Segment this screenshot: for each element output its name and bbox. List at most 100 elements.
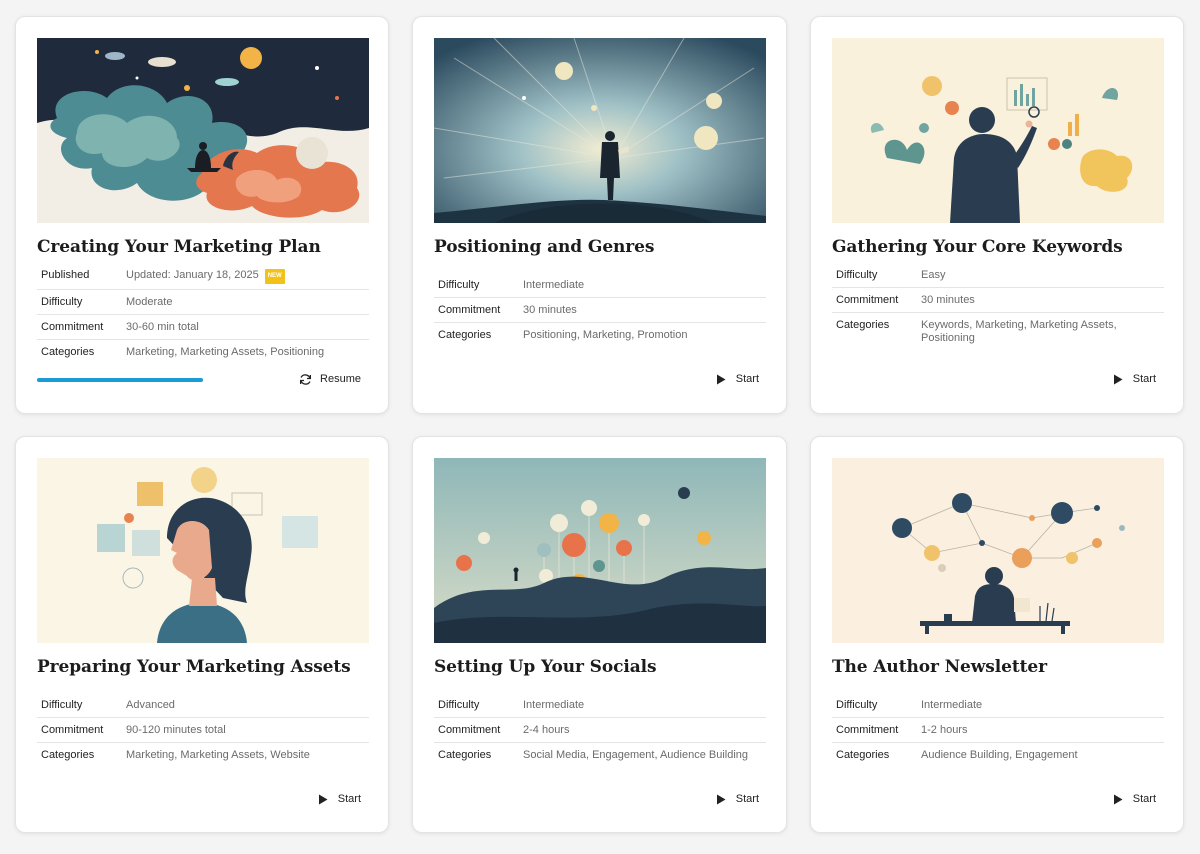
commitment-value: 2-4 hours xyxy=(523,724,570,736)
course-title: Setting Up Your Socials xyxy=(434,657,657,677)
course-card-socials[interactable]: Setting Up Your Socials Difficulty Inter… xyxy=(412,436,787,833)
start-button[interactable]: Start xyxy=(714,372,759,386)
new-badge: NEW xyxy=(264,269,285,284)
course-details-table: Difficulty Advanced Commitment 90-120 mi… xyxy=(37,693,369,767)
categories-label: Categories xyxy=(836,749,890,761)
published-label: Published xyxy=(41,269,90,281)
start-button[interactable]: Start xyxy=(1111,792,1156,806)
start-button[interactable]: Start xyxy=(316,792,361,806)
categories-row: Categories Social Media, Engagement, Aud… xyxy=(434,743,766,767)
course-illustration-reader xyxy=(434,38,766,223)
difficulty-row: Difficulty Intermediate xyxy=(434,693,766,718)
difficulty-row: Difficulty Intermediate xyxy=(434,273,766,298)
categories-row: Categories Keywords, Marketing, Marketin… xyxy=(832,313,1164,350)
commitment-label: Commitment xyxy=(438,724,501,736)
difficulty-row: Difficulty Advanced xyxy=(37,693,369,718)
course-details-table: Difficulty Intermediate Commitment 2-4 h… xyxy=(434,693,766,767)
course-illustration-profile xyxy=(37,458,369,643)
course-illustration-analyst xyxy=(832,38,1164,223)
play-icon xyxy=(1111,792,1125,806)
commitment-value: 30 minutes xyxy=(921,294,975,306)
categories-value: Audience Building, Engagement xyxy=(921,749,1078,761)
start-label: Start xyxy=(1132,793,1156,805)
difficulty-row: Difficulty Intermediate xyxy=(832,693,1164,718)
difficulty-label: Difficulty xyxy=(836,269,878,281)
difficulty-value: Advanced xyxy=(126,699,175,711)
difficulty-value: Intermediate xyxy=(523,279,585,291)
course-title: Gathering Your Core Keywords xyxy=(832,237,1123,257)
commitment-row: Commitment 30 minutes xyxy=(434,298,766,323)
resume-label: Resume xyxy=(320,373,361,385)
difficulty-value: Intermediate xyxy=(523,699,585,711)
published-value: Updated: January 18, 2025 NEW xyxy=(126,269,285,284)
start-label: Start xyxy=(1132,373,1156,385)
categories-value: Marketing, Marketing Assets, Website xyxy=(126,749,310,761)
commitment-value: 30-60 min total xyxy=(126,321,199,333)
difficulty-label: Difficulty xyxy=(41,699,83,711)
categories-value: Marketing, Marketing Assets, Positioning xyxy=(126,346,325,358)
commitment-row: Commitment 30 minutes xyxy=(832,288,1164,313)
difficulty-label: Difficulty xyxy=(836,699,878,711)
course-card-keywords[interactable]: Gathering Your Core Keywords Difficulty … xyxy=(810,16,1184,414)
commitment-value: 1-2 hours xyxy=(921,724,968,736)
start-button[interactable]: Start xyxy=(714,792,759,806)
course-illustration-meditation xyxy=(37,38,369,223)
difficulty-value: Intermediate xyxy=(921,699,983,711)
categories-value: Keywords, Marketing, Marketing Assets, P… xyxy=(921,319,1117,344)
difficulty-row: Difficulty Moderate xyxy=(37,290,369,315)
course-card-marketing-plan[interactable]: Creating Your Marketing Plan Published U… xyxy=(15,16,389,414)
commitment-row: Commitment 1-2 hours xyxy=(832,718,1164,743)
commitment-row: Commitment 90-120 minutes total xyxy=(37,718,369,743)
commitment-label: Commitment xyxy=(836,294,899,306)
commitment-label: Commitment xyxy=(41,724,104,736)
categories-value: Social Media, Engagement, Audience Build… xyxy=(523,749,749,761)
course-details-table: Difficulty Intermediate Commitment 30 mi… xyxy=(434,273,766,347)
course-illustration-social-balloons xyxy=(434,458,766,643)
categories-label: Categories xyxy=(41,749,95,761)
difficulty-label: Difficulty xyxy=(438,279,480,291)
course-card-assets[interactable]: Preparing Your Marketing Assets Difficul… xyxy=(15,436,389,833)
updated-date: Updated: January 18, 2025 xyxy=(126,269,259,281)
start-label: Start xyxy=(735,373,759,385)
categories-label: Categories xyxy=(438,749,492,761)
published-row: Published Updated: January 18, 2025 NEW xyxy=(37,263,369,290)
resume-button[interactable]: Resume xyxy=(298,372,361,386)
course-card-positioning[interactable]: Positioning and Genres Difficulty Interm… xyxy=(412,16,787,414)
commitment-value: 30 minutes xyxy=(523,304,577,316)
course-title: Positioning and Genres xyxy=(434,237,655,257)
play-icon xyxy=(714,792,728,806)
course-title: Creating Your Marketing Plan xyxy=(37,237,321,257)
categories-row: Categories Audience Building, Engagement xyxy=(832,743,1164,767)
course-details-table: Difficulty Easy Commitment 30 minutes Ca… xyxy=(832,263,1164,350)
course-details-table: Difficulty Intermediate Commitment 1-2 h… xyxy=(832,693,1164,767)
course-title: The Author Newsletter xyxy=(832,657,1047,677)
start-label: Start xyxy=(337,793,361,805)
course-card-newsletter[interactable]: The Author Newsletter Difficulty Interme… xyxy=(810,436,1184,833)
categories-row: Categories Marketing, Marketing Assets, … xyxy=(37,743,369,767)
play-icon xyxy=(316,792,330,806)
commitment-label: Commitment xyxy=(836,724,899,736)
play-icon xyxy=(1111,372,1125,386)
start-label: Start xyxy=(735,793,759,805)
categories-label: Categories xyxy=(836,319,890,331)
difficulty-label: Difficulty xyxy=(41,296,83,308)
categories-value: Positioning, Marketing, Promotion xyxy=(523,329,688,341)
course-illustration-network-desk xyxy=(832,458,1164,643)
commitment-label: Commitment xyxy=(438,304,501,316)
commitment-value: 90-120 minutes total xyxy=(126,724,226,736)
commitment-label: Commitment xyxy=(41,321,104,333)
categories-row: Categories Positioning, Marketing, Promo… xyxy=(434,323,766,347)
difficulty-value: Moderate xyxy=(126,296,173,308)
categories-label: Categories xyxy=(41,346,95,358)
refresh-icon xyxy=(298,372,312,386)
course-title: Preparing Your Marketing Assets xyxy=(37,657,351,677)
commitment-row: Commitment 2-4 hours xyxy=(434,718,766,743)
course-details-table: Published Updated: January 18, 2025 NEW D… xyxy=(37,263,369,364)
difficulty-label: Difficulty xyxy=(438,699,480,711)
play-icon xyxy=(714,372,728,386)
difficulty-row: Difficulty Easy xyxy=(832,263,1164,288)
commitment-row: Commitment 30-60 min total xyxy=(37,315,369,340)
difficulty-value: Easy xyxy=(921,269,946,281)
start-button[interactable]: Start xyxy=(1111,372,1156,386)
categories-row: Categories Marketing, Marketing Assets, … xyxy=(37,340,369,364)
